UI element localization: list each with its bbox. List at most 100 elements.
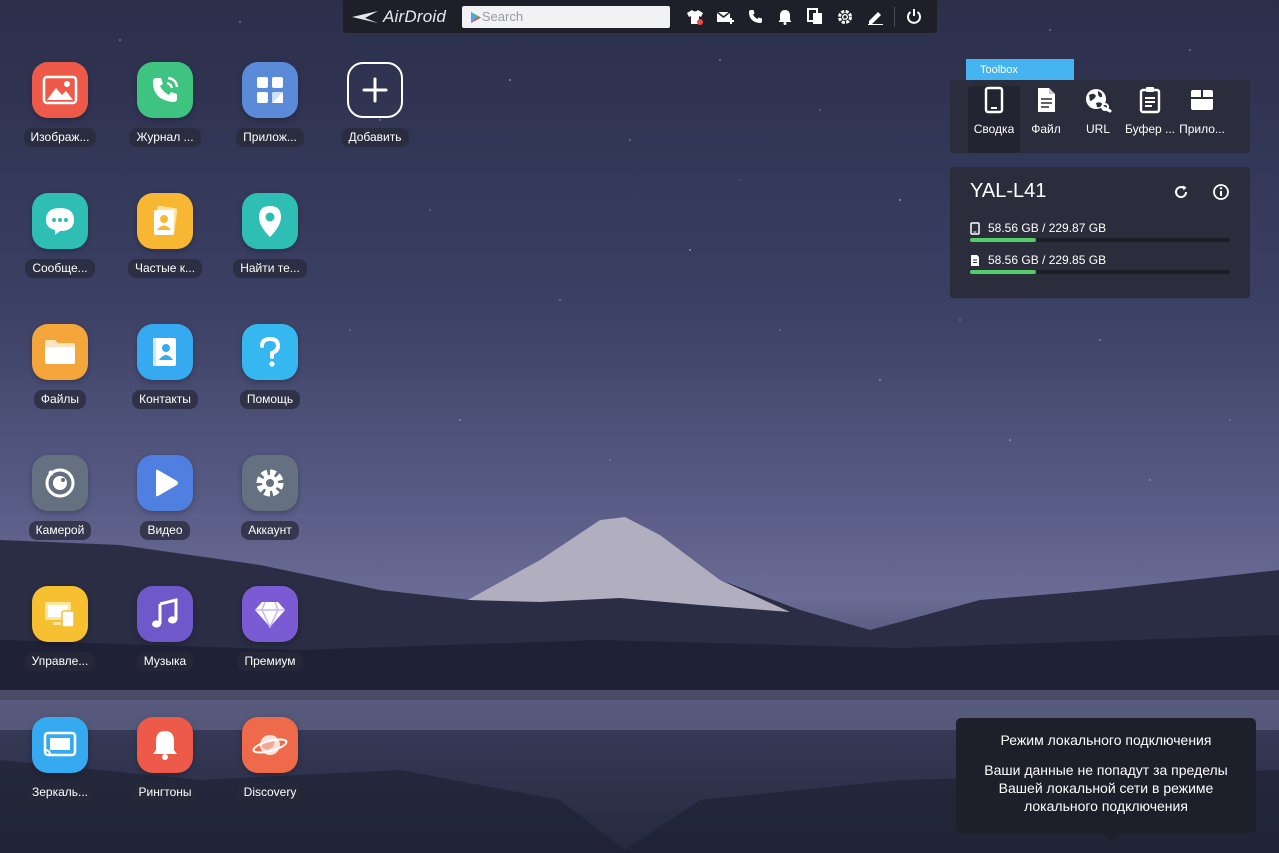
app-label: Контакты (132, 390, 198, 409)
storage-bar-fill (970, 238, 1037, 242)
app-frequent-contacts[interactable]: Частые к... (115, 193, 215, 293)
app-ringtones[interactable]: Рингтоны (115, 717, 215, 817)
question-icon (242, 324, 298, 380)
app-management[interactable]: Управле... (10, 586, 110, 686)
search-box[interactable] (461, 5, 670, 28)
screen-manage-icon (32, 586, 88, 642)
app-label: Премиум (237, 652, 303, 671)
copy-icon[interactable] (800, 0, 830, 33)
sd-card-icon (971, 254, 979, 266)
tool-label: Сводка (973, 122, 1015, 136)
phone-storage-row: 58.56 GB / 229.87 GB (970, 221, 1106, 235)
app-label: Discovery (236, 783, 304, 802)
app-discovery[interactable]: Discovery (220, 717, 320, 817)
app-label: Зеркаль... (24, 783, 96, 802)
bell-icon[interactable] (770, 0, 800, 33)
planet-icon (242, 717, 298, 773)
clipboard-icon (1139, 87, 1161, 114)
tooltip-arrow (1102, 833, 1120, 842)
storage-text: 58.56 GB / 229.85 GB (988, 253, 1107, 267)
tool-apps[interactable]: Прило... (1176, 86, 1228, 153)
device-card: YAL-L41 58.56 GB / 229.87 GB 58.56 GB / … (950, 167, 1250, 298)
local-mode-tooltip: Режим локального подключения Ваши данные… (956, 718, 1256, 842)
toolbox-tab[interactable]: Toolbox (966, 59, 1074, 80)
phone-small-icon (970, 221, 980, 235)
app-files[interactable]: Файлы (10, 324, 110, 424)
app-label: Аккаунт (241, 521, 299, 540)
image-icon (32, 62, 88, 118)
app-label: Камерой (28, 521, 92, 540)
tool-label: Прило... (1179, 122, 1225, 136)
app-label: Файлы (33, 390, 87, 409)
sd-storage-row: 58.56 GB / 229.85 GB (970, 253, 1106, 267)
tool-label: Файл (1031, 122, 1061, 136)
tool-clipboard[interactable]: Буфер ... (1124, 86, 1176, 153)
app-applications[interactable]: Прилож... (220, 62, 320, 162)
app-find-phone[interactable]: Найти те... (220, 193, 320, 293)
app-label: Прилож... (236, 128, 304, 147)
apps-grid-icon (242, 62, 298, 118)
globe-link-icon (1086, 89, 1112, 113)
app-video[interactable]: Видео (115, 455, 215, 555)
top-bar: AirDroid (343, 0, 937, 33)
phone-call-icon (137, 62, 193, 118)
tool-label: URL (1085, 122, 1110, 136)
app-label: Управле... (24, 652, 96, 671)
search-input[interactable] (481, 6, 652, 27)
tool-url[interactable]: URL (1072, 86, 1124, 153)
app-label: Видео (140, 521, 190, 540)
toolbar-divider (894, 6, 895, 27)
file-icon (1038, 88, 1055, 112)
storage-bar-fill (970, 270, 1037, 274)
info-icon[interactable] (1212, 183, 1230, 201)
play-icon (137, 455, 193, 511)
phone-icon[interactable] (740, 0, 770, 33)
refresh-icon[interactable] (1172, 183, 1190, 201)
toolbox-panel: Сводка Файл URL Буфер ... Прило... (950, 80, 1250, 153)
app-label: Рингтоны (131, 783, 199, 802)
phone-storage-bar (970, 238, 1230, 242)
tooltip-title: Режим локального подключения (1000, 732, 1212, 748)
app-call-log[interactable]: Журнал ... (115, 62, 215, 162)
power-icon[interactable] (899, 0, 929, 33)
music-icon (137, 586, 193, 642)
app-camera[interactable]: Камерой (10, 455, 110, 555)
app-mirror[interactable]: Зеркаль... (10, 717, 110, 817)
plus-icon (347, 62, 403, 118)
contacts-card-icon (137, 193, 193, 249)
app-music[interactable]: Музыка (115, 586, 215, 686)
app-premium[interactable]: Премиум (220, 586, 320, 686)
address-book-icon (137, 324, 193, 380)
package-icon (1191, 90, 1213, 110)
tool-label: Буфер ... (1124, 122, 1176, 136)
folder-icon (32, 324, 88, 380)
tool-summary[interactable]: Сводка (968, 86, 1020, 153)
cast-icon (32, 717, 88, 773)
storage-text: 58.56 GB / 229.87 GB (988, 221, 1107, 235)
diamond-icon (242, 586, 298, 642)
app-add[interactable]: Добавить (325, 62, 425, 162)
app-label: Сообще... (25, 259, 95, 278)
tshirt-icon[interactable] (680, 0, 710, 33)
paper-plane-icon (352, 10, 378, 23)
play-store-icon (470, 11, 481, 23)
camera-icon (32, 455, 88, 511)
gear-icon (242, 455, 298, 511)
tool-file[interactable]: Файл (1020, 86, 1072, 153)
app-label: Музыка (136, 652, 194, 671)
app-contacts[interactable]: Контакты (115, 324, 215, 424)
app-account[interactable]: Аккаунт (220, 455, 320, 555)
app-images[interactable]: Изображ... (10, 62, 110, 162)
location-pin-icon (242, 193, 298, 249)
mail-plus-icon[interactable] (710, 0, 740, 33)
app-label: Помощь (239, 390, 301, 409)
airdroid-logo[interactable]: AirDroid (351, 0, 461, 33)
phone-device-icon (984, 86, 1004, 114)
app-help[interactable]: Помощь (220, 324, 320, 424)
app-messages[interactable]: Сообще... (10, 193, 110, 293)
gear-icon[interactable] (830, 0, 860, 33)
pen-icon[interactable] (860, 0, 890, 33)
message-icon (32, 193, 88, 249)
sd-storage-bar (970, 270, 1230, 274)
bell-icon (137, 717, 193, 773)
